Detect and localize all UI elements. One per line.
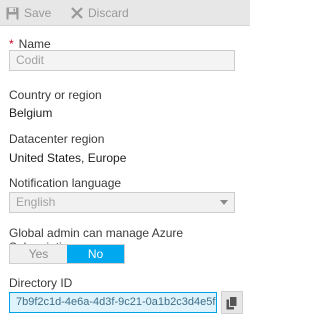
datacenter-label: Datacenter region	[9, 132, 105, 146]
required-marker: *	[9, 37, 14, 51]
global-admin-yes-option[interactable]: Yes	[10, 245, 67, 263]
country-label: Country or region	[9, 88, 102, 102]
notification-language-select[interactable]: English	[9, 192, 235, 213]
global-admin-no-option[interactable]: No	[67, 245, 124, 263]
copy-button[interactable]	[221, 291, 243, 314]
name-field[interactable]: Codit	[9, 50, 235, 71]
save-button[interactable]: Save	[6, 0, 51, 26]
copy-icon	[226, 295, 238, 309]
name-label-text: Name	[18, 37, 51, 51]
save-label: Save	[24, 6, 52, 20]
datacenter-value: United States, Europe	[9, 151, 127, 165]
notification-language-label: Notification language	[9, 176, 122, 190]
discard-label: Discard	[88, 6, 129, 20]
name-label: * Name	[9, 37, 51, 51]
chevron-down-icon	[220, 200, 228, 205]
save-icon	[6, 7, 19, 19]
global-admin-toggle: Yes No	[9, 244, 125, 264]
command-bar: Save Discard	[0, 0, 250, 26]
notification-language-value: English	[16, 195, 56, 209]
country-value: Belgium	[9, 106, 53, 120]
directory-id-label: Directory ID	[9, 276, 73, 290]
directory-id-field[interactable]: 7b9f2c1d-4e6a-4d3f-9c21-0a1b2c3d4e5f	[9, 292, 217, 313]
close-icon	[71, 7, 83, 19]
discard-button[interactable]: Discard	[71, 0, 129, 26]
